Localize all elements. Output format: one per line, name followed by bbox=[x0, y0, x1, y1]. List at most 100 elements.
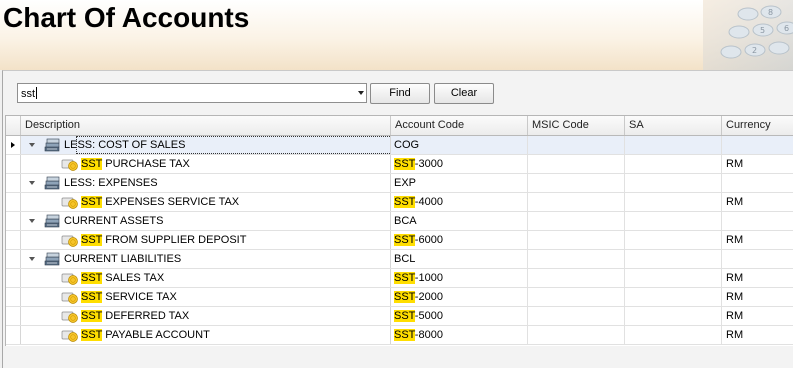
currency-cell[interactable] bbox=[722, 174, 793, 192]
msic-code-cell[interactable] bbox=[528, 212, 625, 230]
description-cell[interactable]: SST SALES TAX bbox=[21, 269, 391, 287]
row-indicator bbox=[6, 231, 21, 249]
collapse-triangle-icon[interactable] bbox=[29, 143, 35, 147]
header-indicator bbox=[6, 116, 21, 135]
collapse-triangle-icon[interactable] bbox=[29, 181, 35, 185]
account-code-text: -1000 bbox=[414, 272, 443, 284]
table-row[interactable]: LESS: EXPENSES EXP bbox=[6, 174, 793, 193]
search-match-highlight: SST bbox=[81, 158, 103, 170]
currency-cell[interactable]: RM bbox=[722, 155, 793, 173]
search-match-highlight: SST bbox=[394, 310, 415, 322]
description-cell[interactable]: CURRENT ASSETS bbox=[21, 212, 391, 230]
sa-cell[interactable] bbox=[625, 231, 722, 249]
sa-cell[interactable] bbox=[625, 174, 722, 192]
account-code-cell[interactable]: SST-8000 bbox=[391, 326, 528, 344]
calculator-decoration-icon: 8 5 6 2 bbox=[703, 0, 793, 70]
row-indicator bbox=[6, 326, 21, 344]
sa-cell[interactable] bbox=[625, 307, 722, 325]
msic-code-cell[interactable] bbox=[528, 269, 625, 287]
column-header-msic-code[interactable]: MSIC Code bbox=[528, 116, 625, 135]
column-header-sa[interactable]: SA bbox=[625, 116, 722, 135]
description-cell[interactable]: SST PURCHASE TAX bbox=[21, 155, 391, 173]
sa-cell[interactable] bbox=[625, 136, 722, 154]
description-cell[interactable]: LESS: EXPENSES bbox=[21, 174, 391, 192]
description-cell[interactable]: SST PAYABLE ACCOUNT bbox=[21, 326, 391, 344]
description-text: LESS: EXPENSES bbox=[64, 177, 158, 189]
account-code-cell[interactable]: SST-6000 bbox=[391, 231, 528, 249]
msic-code-cell[interactable] bbox=[528, 193, 625, 211]
msic-code-cell[interactable] bbox=[528, 231, 625, 249]
table-row[interactable]: CURRENT LIABILITIES BCL bbox=[6, 250, 793, 269]
msic-code-cell[interactable] bbox=[528, 174, 625, 192]
row-indicator bbox=[6, 269, 21, 287]
account-description: CURRENT ASSETS bbox=[64, 212, 163, 230]
account-code-cell[interactable]: SST-4000 bbox=[391, 193, 528, 211]
column-header-account-code[interactable]: Account Code bbox=[391, 116, 528, 135]
account-code-cell[interactable]: COG bbox=[391, 136, 528, 154]
msic-code-cell[interactable] bbox=[528, 326, 625, 344]
msic-code-cell[interactable] bbox=[528, 136, 625, 154]
account-code-text: BCL bbox=[394, 253, 416, 265]
description-cell[interactable]: SST EXPENSES SERVICE TAX bbox=[21, 193, 391, 211]
description-cell[interactable]: SST FROM SUPPLIER DEPOSIT bbox=[21, 231, 391, 249]
search-match-highlight: SST bbox=[81, 310, 103, 322]
description-cell[interactable]: LESS: COST OF SALES bbox=[21, 136, 391, 154]
coins-icon bbox=[61, 289, 79, 305]
collapse-triangle-icon[interactable] bbox=[29, 257, 35, 261]
table-row[interactable]: SST EXPENSES SERVICE TAX SST-4000 RM bbox=[6, 193, 793, 212]
account-code-cell[interactable]: SST-2000 bbox=[391, 288, 528, 306]
account-code-cell[interactable]: SST-5000 bbox=[391, 307, 528, 325]
accounts-tree-grid[interactable]: Description Account Code MSIC Code SA Cu… bbox=[5, 115, 793, 346]
currency-cell[interactable]: RM bbox=[722, 288, 793, 306]
search-input[interactable]: sst bbox=[17, 83, 367, 103]
row-indicator bbox=[6, 136, 21, 154]
currency-cell[interactable] bbox=[722, 250, 793, 268]
table-row[interactable]: SST FROM SUPPLIER DEPOSIT SST-6000 RM bbox=[6, 231, 793, 250]
msic-code-cell[interactable] bbox=[528, 155, 625, 173]
currency-cell[interactable]: RM bbox=[722, 193, 793, 211]
table-row[interactable]: SST DEFERRED TAX SST-5000 RM bbox=[6, 307, 793, 326]
table-row[interactable]: SST PAYABLE ACCOUNT SST-8000 RM bbox=[6, 326, 793, 345]
column-header-currency[interactable]: Currency bbox=[722, 116, 793, 135]
sa-cell[interactable] bbox=[625, 269, 722, 287]
table-row[interactable]: CURRENT ASSETS BCA bbox=[6, 212, 793, 231]
column-header-description[interactable]: Description bbox=[21, 116, 391, 135]
collapse-triangle-icon[interactable] bbox=[29, 219, 35, 223]
clear-button[interactable]: Clear bbox=[434, 83, 494, 104]
currency-cell[interactable]: RM bbox=[722, 231, 793, 249]
sa-cell[interactable] bbox=[625, 193, 722, 211]
search-match-highlight: SST bbox=[81, 234, 103, 246]
sa-cell[interactable] bbox=[625, 212, 722, 230]
sa-cell[interactable] bbox=[625, 250, 722, 268]
table-row[interactable]: SST SALES TAX SST-1000 RM bbox=[6, 269, 793, 288]
currency-cell[interactable] bbox=[722, 136, 793, 154]
msic-code-cell[interactable] bbox=[528, 307, 625, 325]
sa-cell[interactable] bbox=[625, 155, 722, 173]
description-cell[interactable]: CURRENT LIABILITIES bbox=[21, 250, 391, 268]
msic-code-cell[interactable] bbox=[528, 250, 625, 268]
account-code-cell[interactable]: BCL bbox=[391, 250, 528, 268]
search-match-highlight: SST bbox=[81, 196, 103, 208]
account-code-cell[interactable]: SST-1000 bbox=[391, 269, 528, 287]
sa-cell[interactable] bbox=[625, 288, 722, 306]
account-code-cell[interactable]: BCA bbox=[391, 212, 528, 230]
row-indicator bbox=[6, 174, 21, 192]
description-cell[interactable]: SST SERVICE TAX bbox=[21, 288, 391, 306]
description-text: DEFERRED TAX bbox=[102, 310, 190, 322]
account-code-cell[interactable]: EXP bbox=[391, 174, 528, 192]
row-indicator bbox=[6, 212, 21, 230]
account-description: SST PURCHASE TAX bbox=[81, 155, 190, 173]
currency-cell[interactable]: RM bbox=[722, 269, 793, 287]
currency-cell[interactable] bbox=[722, 212, 793, 230]
currency-cell[interactable]: RM bbox=[722, 326, 793, 344]
msic-code-cell[interactable] bbox=[528, 288, 625, 306]
dropdown-arrow-icon[interactable] bbox=[358, 91, 364, 95]
find-button[interactable]: Find bbox=[370, 83, 430, 104]
table-row[interactable]: LESS: COST OF SALES COG bbox=[6, 136, 793, 155]
account-code-cell[interactable]: SST-3000 bbox=[391, 155, 528, 173]
currency-cell[interactable]: RM bbox=[722, 307, 793, 325]
description-cell[interactable]: SST DEFERRED TAX bbox=[21, 307, 391, 325]
table-row[interactable]: SST SERVICE TAX SST-2000 RM bbox=[6, 288, 793, 307]
table-row[interactable]: SST PURCHASE TAX SST-3000 RM bbox=[6, 155, 793, 174]
sa-cell[interactable] bbox=[625, 326, 722, 344]
